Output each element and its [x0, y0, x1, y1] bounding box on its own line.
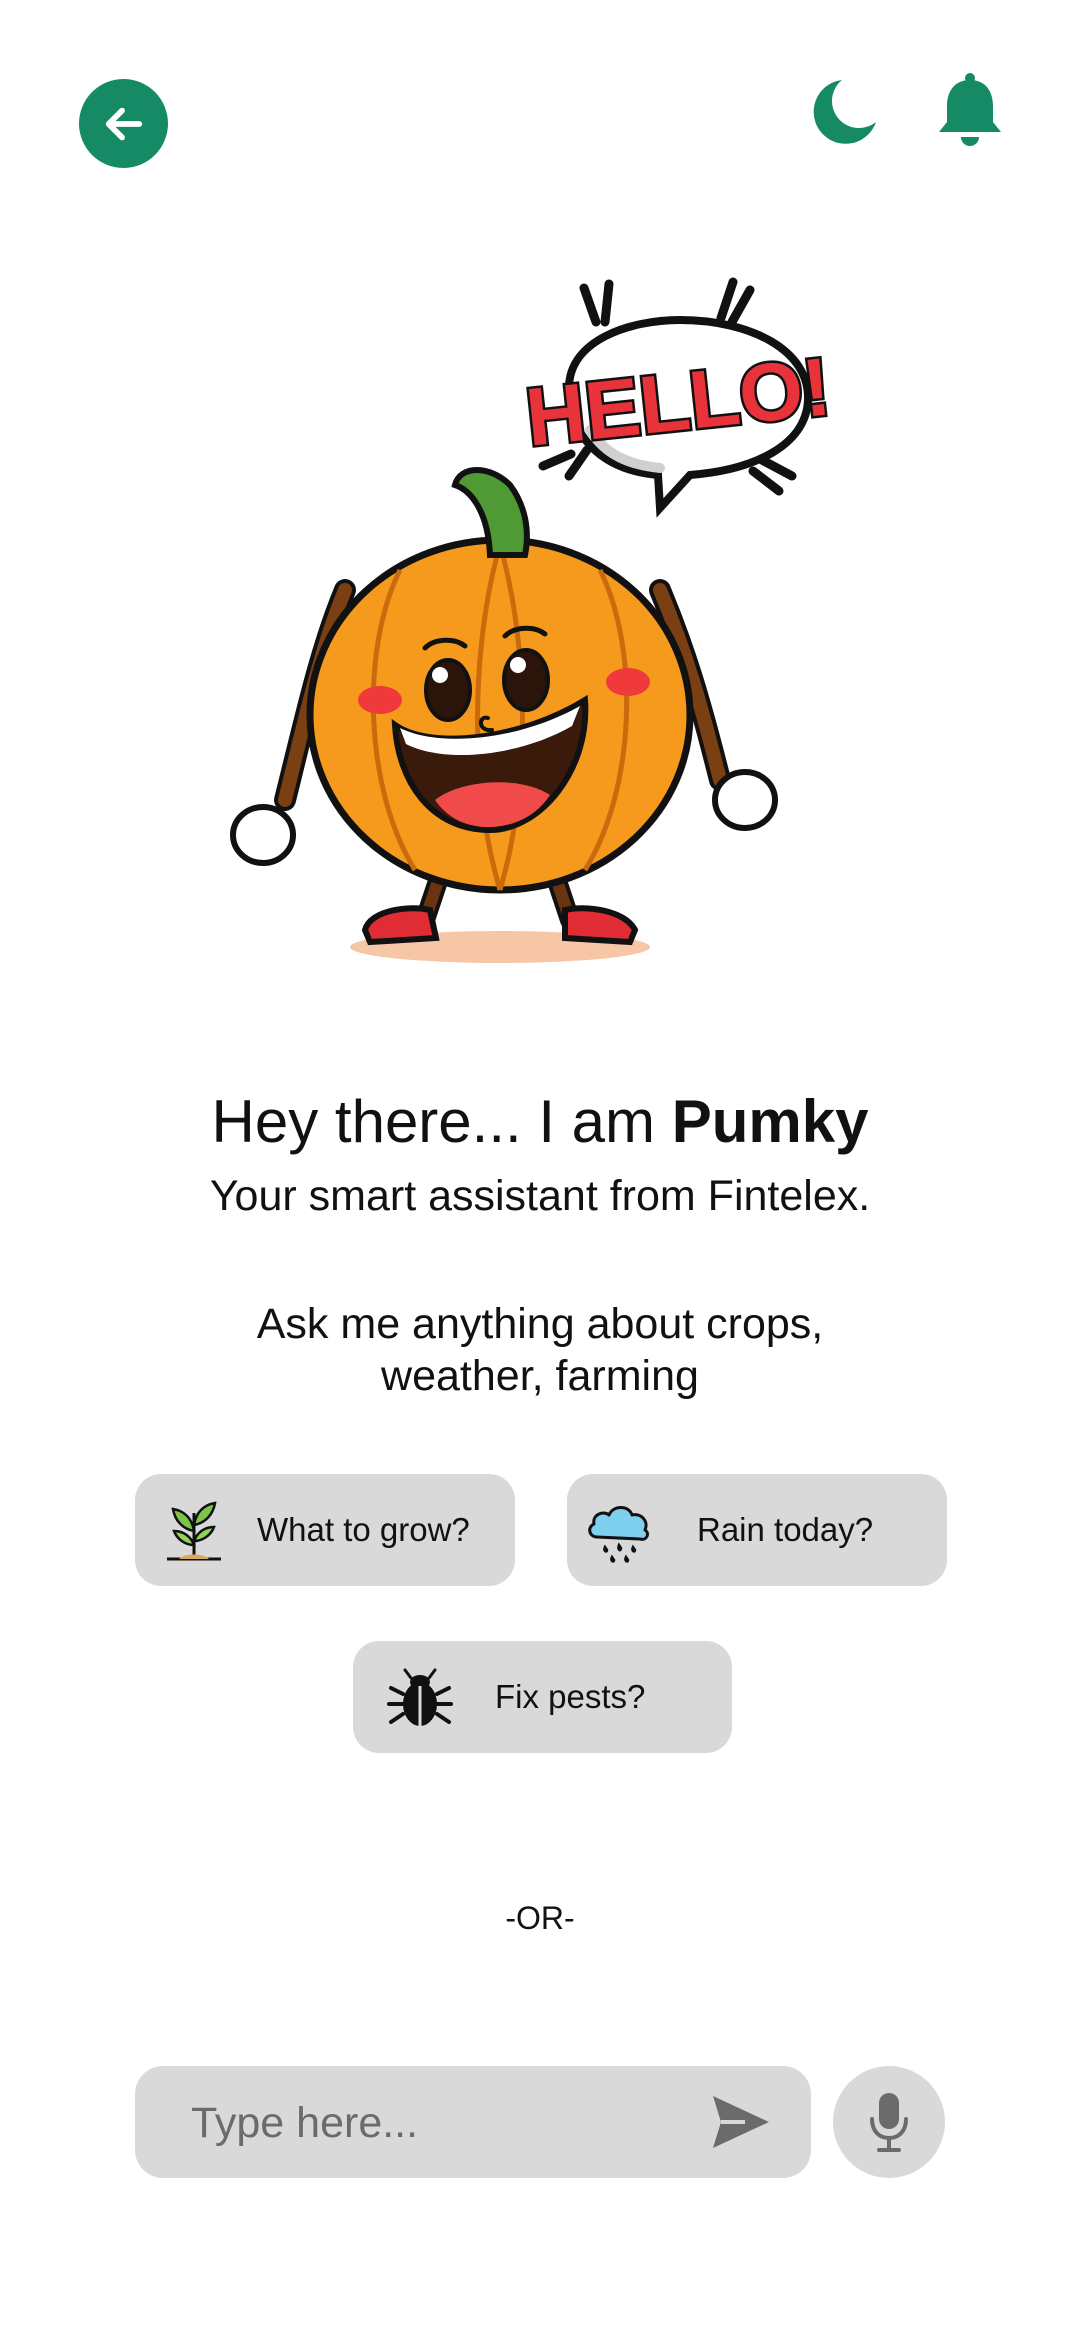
suggestion-rain-today[interactable]: Rain today?: [567, 1474, 947, 1586]
hello-speech-bubble: HELLO!: [519, 277, 837, 518]
greeting-subtitle: Your smart assistant from Fintelex.: [209, 1172, 871, 1220]
suggestion-label: Rain today?: [697, 1511, 874, 1548]
back-button[interactable]: [79, 79, 168, 168]
prompt-line-1: Ask me anything about crops,: [256, 1300, 824, 1348]
suggestion-label: Fix pests?: [495, 1678, 646, 1715]
rain-cloud-icon: [588, 1506, 649, 1563]
message-input[interactable]: [189, 2066, 713, 2180]
bug-icon: [387, 1668, 453, 1726]
notifications-button[interactable]: [934, 72, 1006, 150]
pumpkin-mascot-illustration: HELLO!: [230, 277, 837, 963]
suggestion-label: What to grow?: [257, 1511, 470, 1548]
pumpkin-character: [230, 467, 778, 963]
assistant-name: Pumky: [671, 1088, 869, 1155]
bell-icon: [939, 73, 1001, 146]
suggestion-fix-pests[interactable]: Fix pests?: [353, 1641, 732, 1753]
sprout-icon: [167, 1501, 221, 1561]
theme-toggle-button[interactable]: [808, 76, 880, 148]
prompt-text: Ask me anything about crops, weather, fa…: [180, 1298, 900, 1402]
suggestion-what-to-grow[interactable]: What to grow?: [135, 1474, 515, 1586]
send-icon: [713, 2096, 769, 2148]
send-button[interactable]: [709, 2092, 773, 2152]
voice-input-button[interactable]: [833, 2066, 945, 2178]
greeting-prefix: Hey there... I am: [211, 1088, 672, 1155]
or-divider: -OR-: [505, 1900, 575, 1936]
arrow-left-icon: [105, 107, 142, 140]
greeting-heading: Hey there... I am Pumky: [0, 1086, 1080, 1158]
microphone-icon: [870, 2093, 908, 2152]
moon-icon: [813, 80, 876, 144]
message-composer: [135, 2066, 811, 2180]
prompt-line-2: weather, farming: [381, 1352, 699, 1400]
